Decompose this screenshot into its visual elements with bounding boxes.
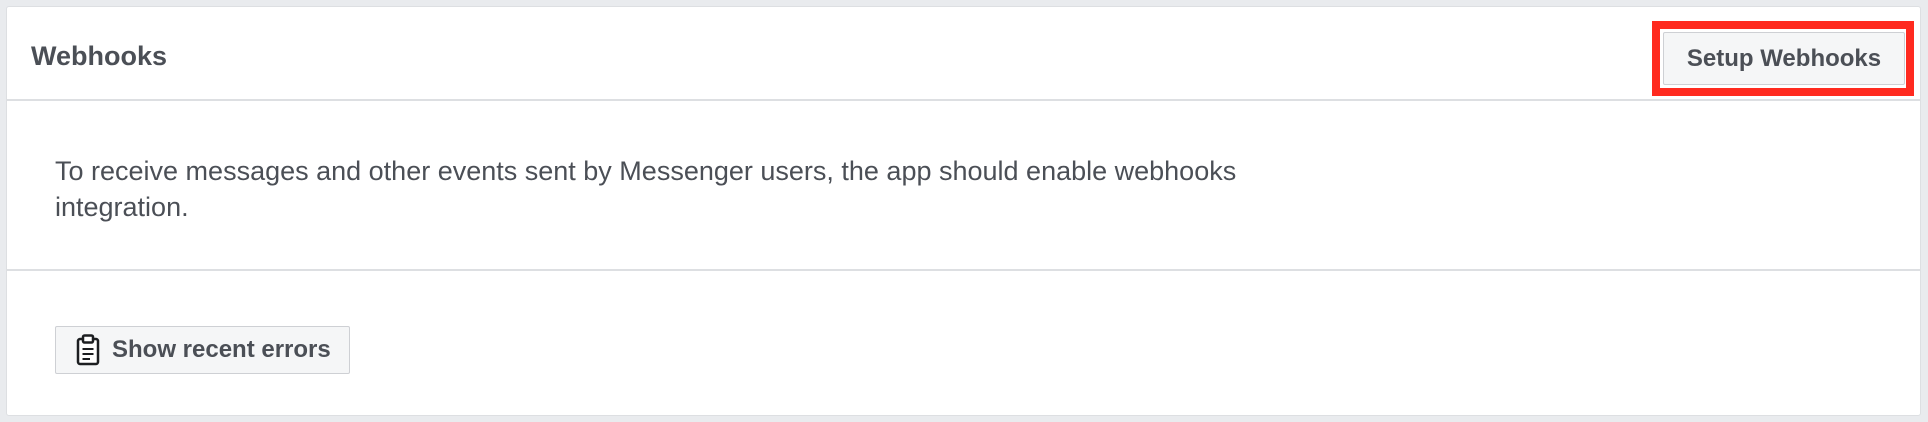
show-recent-errors-label: Show recent errors	[112, 336, 331, 363]
clipboard-icon	[76, 334, 100, 366]
show-recent-errors-button[interactable]: Show recent errors	[55, 326, 350, 374]
page-title: Webhooks	[31, 41, 168, 71]
webhooks-panel: Webhooks Setup Webhooks To receive messa…	[6, 6, 1921, 416]
webhooks-description: To receive messages and other events sen…	[55, 156, 1237, 222]
setup-webhooks-button[interactable]: Setup Webhooks	[1663, 32, 1905, 85]
panel-body: To receive messages and other events sen…	[7, 101, 1920, 271]
panel-header: Webhooks Setup Webhooks	[7, 7, 1920, 101]
panel-footer: Show recent errors	[7, 271, 1920, 417]
